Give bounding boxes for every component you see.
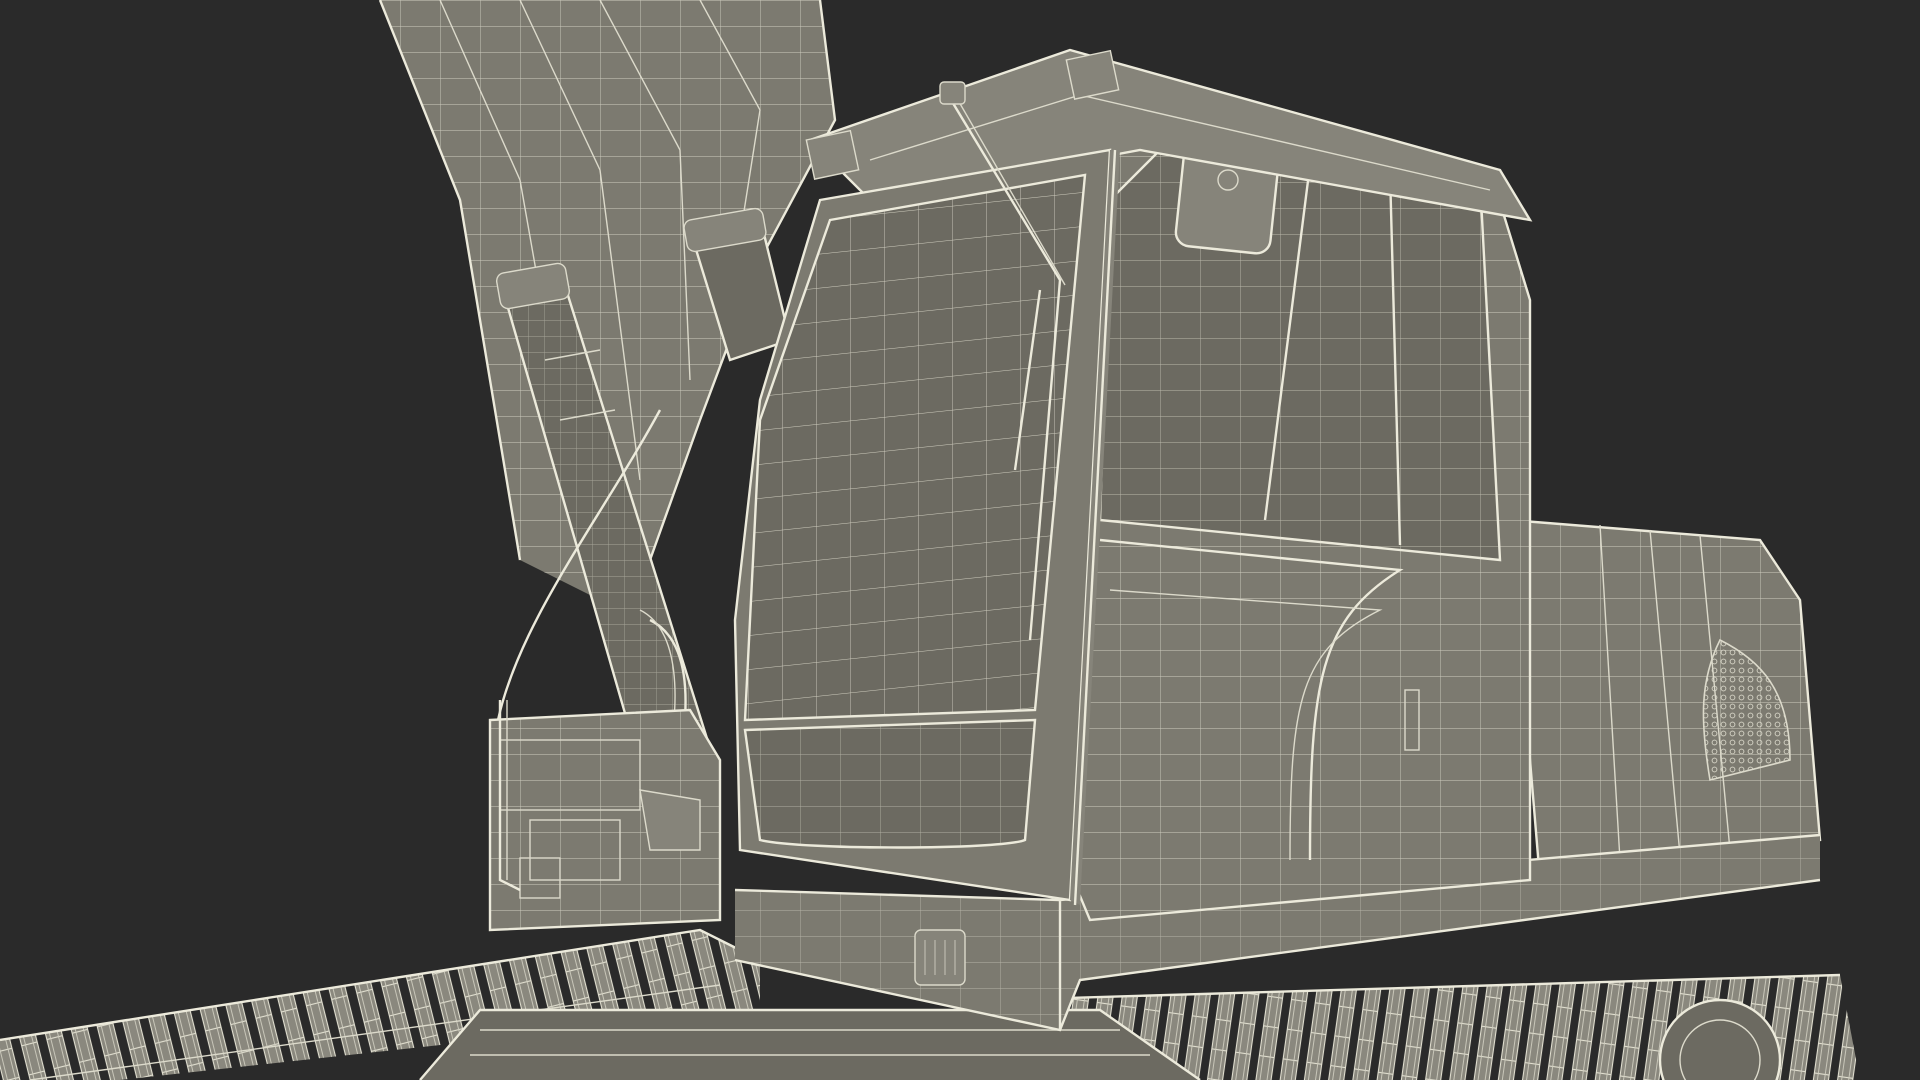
engine-housing — [1508, 518, 1822, 882]
undercarriage-frame — [419, 1008, 1201, 1080]
cab-front — [733, 148, 1120, 906]
excavator-wireframe — [0, 0, 1860, 1080]
render-viewport — [0, 0, 1920, 1080]
counterweight-left — [488, 708, 722, 932]
